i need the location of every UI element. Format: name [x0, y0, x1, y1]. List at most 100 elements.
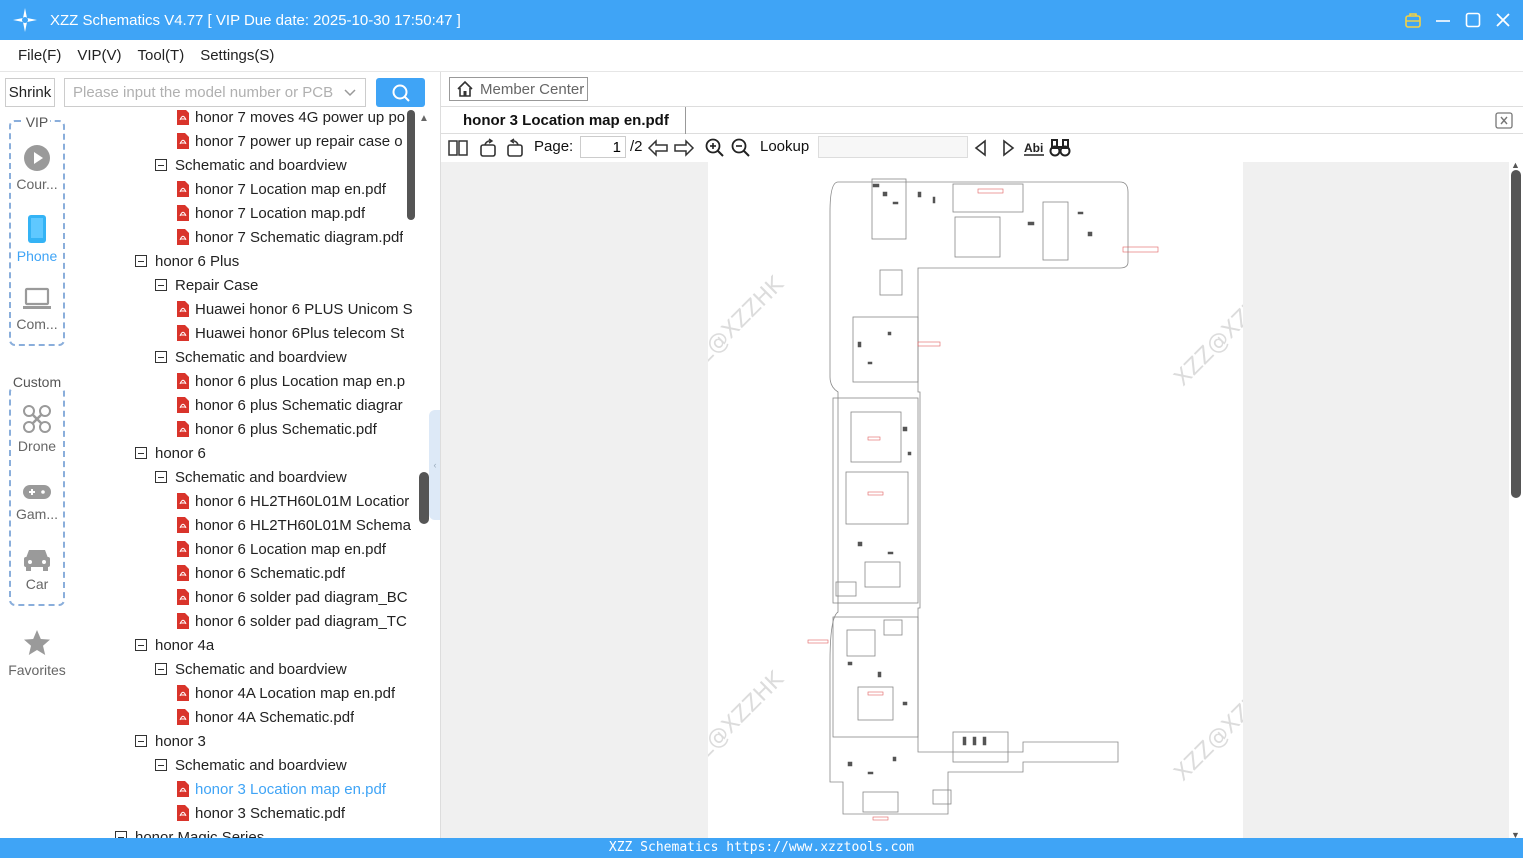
- collapse-toggle-icon[interactable]: [155, 663, 167, 675]
- minimize-button[interactable]: [1433, 10, 1453, 30]
- shrink-button[interactable]: Shrink: [5, 78, 55, 107]
- tree-file-item[interactable]: honor 6 Schematic.pdf: [176, 561, 419, 585]
- search-button[interactable]: [376, 78, 425, 107]
- scroll-up-icon[interactable]: ▲: [419, 113, 429, 124]
- rail-item-phone[interactable]: Phone: [0, 214, 74, 264]
- pdf-viewer[interactable]: XZZ@XZZHK XZZ@XZZHK XZZ@XZZHK XZZ@XZZHK: [441, 162, 1509, 838]
- rail-item-computer[interactable]: Com...: [0, 286, 74, 332]
- rail-item-games[interactable]: Gam...: [0, 482, 74, 522]
- collapse-toggle-icon[interactable]: [135, 735, 147, 747]
- tree-file-item[interactable]: honor 4A Location map en.pdf: [176, 681, 419, 705]
- collapse-toggle-icon[interactable]: [155, 759, 167, 771]
- tree-item-label: Schematic and boardview: [175, 756, 347, 774]
- zoom-in-icon[interactable]: [704, 138, 726, 158]
- pane-scrollbar[interactable]: [419, 472, 429, 524]
- tree-file-item[interactable]: honor 7 moves 4G power up po: [176, 110, 419, 129]
- tree-folder-item[interactable]: honor 4a: [135, 633, 419, 657]
- find-previous-icon[interactable]: [970, 138, 992, 158]
- tree-item-label: honor 7 power up repair case o: [195, 132, 403, 150]
- tree-file-item[interactable]: honor 6 plus Schematic.pdf: [176, 417, 419, 441]
- menu-settings[interactable]: Settings(S): [192, 47, 282, 64]
- tree-file-item[interactable]: honor 6 Location map en.pdf: [176, 537, 419, 561]
- tree-file-item[interactable]: honor 7 power up repair case o: [176, 129, 419, 153]
- tree-folder-item[interactable]: honor Magic Series: [115, 825, 419, 838]
- tree-file-item[interactable]: honor 7 Location map.pdf: [176, 201, 419, 225]
- rail-item-car[interactable]: Car: [0, 546, 74, 592]
- tree-file-item[interactable]: Huawei honor 6Plus telecom St: [176, 321, 419, 345]
- tree-folder-item[interactable]: honor 6 Plus: [135, 249, 419, 273]
- tree-file-item[interactable]: honor 6 plus Location map en.p: [176, 369, 419, 393]
- tree-file-item[interactable]: honor 6 solder pad diagram_BC: [176, 585, 419, 609]
- find-next-icon[interactable]: [997, 138, 1019, 158]
- match-case-icon[interactable]: Abi: [1023, 138, 1045, 158]
- model-search-combobox[interactable]: [64, 78, 366, 107]
- page-label: Page:: [534, 138, 574, 155]
- tree-file-item[interactable]: honor 6 solder pad diagram_TC: [176, 609, 419, 633]
- tree-folder-item[interactable]: honor 6: [135, 441, 419, 465]
- two-page-view-icon[interactable]: [447, 138, 469, 158]
- pdf-file-icon: [177, 685, 189, 701]
- play-circle-icon: [24, 145, 50, 171]
- tree-scrollbar[interactable]: [407, 110, 415, 220]
- tree-item-label: honor Magic Series: [135, 828, 265, 839]
- custom-group-title: Custom: [10, 374, 64, 390]
- page-number-input[interactable]: [580, 136, 626, 158]
- model-search-input[interactable]: [73, 84, 333, 101]
- viewer-scroll-up-icon[interactable]: ▲: [1511, 160, 1520, 170]
- lookup-input[interactable]: [818, 136, 968, 158]
- next-page-icon[interactable]: [673, 138, 695, 158]
- tree-file-item[interactable]: honor 6 HL2TH60L01M Schema: [176, 513, 419, 537]
- tree-folder-item[interactable]: Schematic and boardview: [155, 753, 419, 777]
- app-logo-icon: [0, 0, 50, 40]
- binoculars-icon[interactable]: [1049, 138, 1071, 158]
- menu-tool[interactable]: Tool(T): [130, 47, 193, 64]
- collapse-toggle-icon[interactable]: [155, 471, 167, 483]
- member-center-button[interactable]: Member Center: [449, 77, 588, 101]
- collapse-toggle-icon[interactable]: [155, 159, 167, 171]
- zoom-out-icon[interactable]: [730, 138, 752, 158]
- menu-file[interactable]: File(F): [10, 47, 69, 64]
- tree-file-item[interactable]: honor 3 Schematic.pdf: [176, 801, 419, 825]
- rail-item-favorites[interactable]: Favorites: [0, 628, 74, 678]
- tree-folder-item[interactable]: Schematic and boardview: [155, 657, 419, 681]
- page-total: /2: [630, 138, 643, 155]
- tree-item-label: honor 3 Schematic.pdf: [195, 804, 346, 822]
- rail-item-drone[interactable]: Drone: [0, 404, 74, 454]
- rotate-left-icon[interactable]: [477, 138, 499, 158]
- previous-page-icon[interactable]: [647, 138, 669, 158]
- tree-item-label: honor 6 plus Schematic diagrar: [195, 396, 403, 414]
- tree-folder-item[interactable]: honor 3: [135, 729, 419, 753]
- viewer-scrollbar[interactable]: [1511, 170, 1521, 498]
- tree-file-item[interactable]: honor 6 plus Schematic diagrar: [176, 393, 419, 417]
- tree-file-item[interactable]: honor 7 Location map en.pdf: [176, 177, 419, 201]
- collapse-toggle-icon[interactable]: [135, 639, 147, 651]
- tree-file-item[interactable]: honor 3 Location map en.pdf: [176, 777, 419, 801]
- tab-document[interactable]: honor 3 Location map en.pdf: [447, 107, 686, 134]
- tree-file-item[interactable]: honor 4A Schematic.pdf: [176, 705, 419, 729]
- rotate-right-icon[interactable]: [504, 138, 526, 158]
- tree-folder-item[interactable]: Repair Case: [155, 273, 419, 297]
- collapse-toggle-icon[interactable]: [135, 447, 147, 459]
- tree-item-label: Schematic and boardview: [175, 660, 347, 678]
- maximize-button[interactable]: [1463, 10, 1483, 30]
- vip-bag-icon[interactable]: [1403, 10, 1423, 30]
- tree-folder-item[interactable]: Schematic and boardview: [155, 153, 419, 177]
- close-button[interactable]: [1493, 10, 1513, 30]
- tree-file-item[interactable]: honor 6 HL2TH60L01M Locatior: [176, 489, 419, 513]
- close-tab-icon[interactable]: [1495, 112, 1513, 129]
- chevron-down-icon[interactable]: [343, 85, 357, 102]
- rail-item-courses[interactable]: Cour...: [0, 144, 74, 192]
- window-title: XZZ Schematics V4.77 [ VIP Due date: 202…: [50, 11, 461, 29]
- pdf-file-icon: [177, 781, 189, 797]
- collapse-toggle-icon[interactable]: [155, 351, 167, 363]
- collapse-toggle-icon[interactable]: [115, 831, 127, 838]
- tree-folder-item[interactable]: Schematic and boardview: [155, 345, 419, 369]
- collapse-toggle-icon[interactable]: [135, 255, 147, 267]
- document-tabbar: honor 3 Location map en.pdf: [441, 106, 1523, 134]
- collapse-toggle-icon[interactable]: [155, 279, 167, 291]
- pdf-file-icon: [177, 589, 189, 605]
- menu-vip[interactable]: VIP(V): [69, 47, 129, 64]
- tree-file-item[interactable]: Huawei honor 6 PLUS Unicom S: [176, 297, 419, 321]
- tree-folder-item[interactable]: Schematic and boardview: [155, 465, 419, 489]
- tree-file-item[interactable]: honor 7 Schematic diagram.pdf: [176, 225, 419, 249]
